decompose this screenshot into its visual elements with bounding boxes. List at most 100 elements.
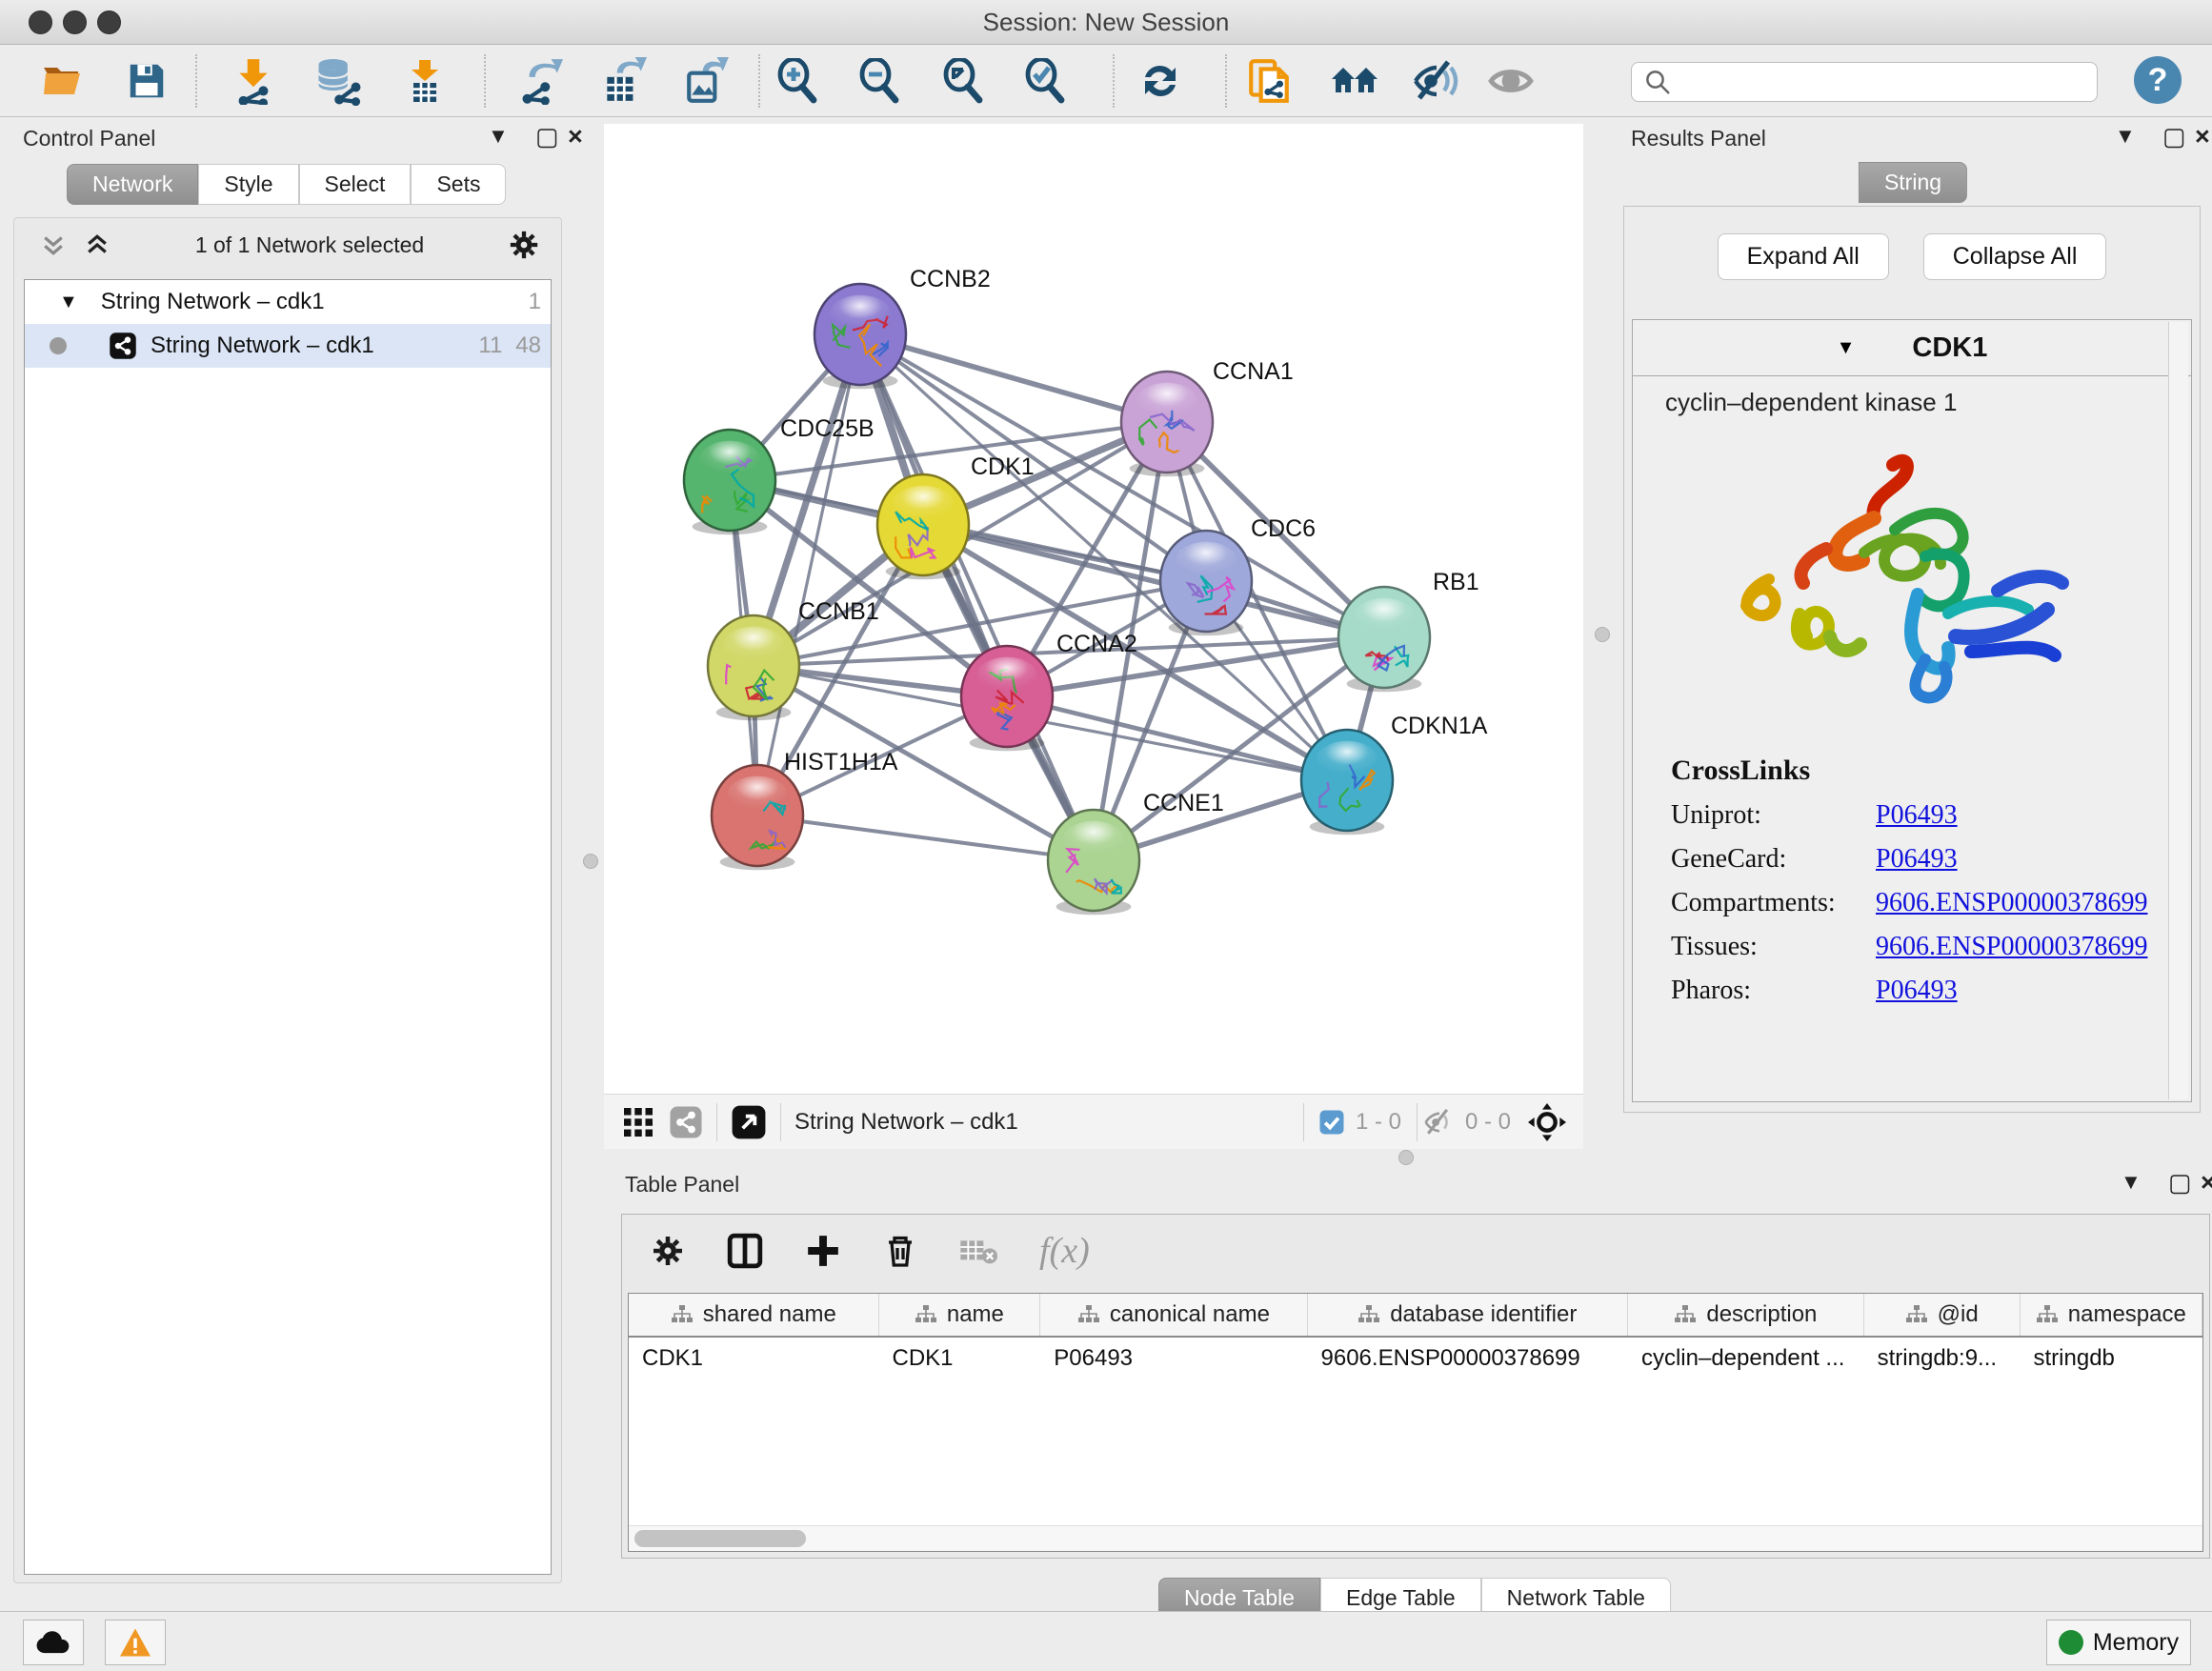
table-cell[interactable]: stringdb:9... xyxy=(1864,1338,2021,1381)
network-options-gear-icon[interactable] xyxy=(508,229,540,261)
fit-selected-crosshair-icon[interactable] xyxy=(1528,1103,1566,1141)
search-input[interactable] xyxy=(1679,68,2097,96)
expand-all-networks-icon[interactable] xyxy=(39,231,68,259)
collapse-triangle-icon[interactable]: ▼ xyxy=(59,292,78,313)
column-header-name[interactable]: name xyxy=(879,1294,1041,1336)
panel-float-icon[interactable]: ▢ xyxy=(2162,122,2186,151)
column-header-namespace[interactable]: namespace xyxy=(2021,1294,2202,1336)
gene-collapse-triangle-icon[interactable]: ▼ xyxy=(1837,337,1856,359)
crosslink-link[interactable]: 9606.ENSP00000378699 xyxy=(1876,932,2147,962)
table-cell[interactable]: 9606.ENSP00000378699 xyxy=(1308,1338,1628,1381)
memory-label: Memory xyxy=(2093,1629,2179,1657)
export-image-icon[interactable] xyxy=(682,56,732,106)
automation-cloud-button[interactable] xyxy=(23,1620,84,1665)
tab-style[interactable]: Style xyxy=(198,164,298,205)
crosslink-link[interactable]: P06493 xyxy=(1876,976,1958,1006)
copy-network-icon[interactable] xyxy=(1244,56,1294,106)
eye-slash-icon[interactable] xyxy=(1412,56,1461,106)
import-table-icon[interactable] xyxy=(400,56,450,106)
network-view-share-icon[interactable] xyxy=(669,1105,703,1139)
panel-close-icon[interactable]: × xyxy=(568,122,583,151)
import-network-file-icon[interactable] xyxy=(229,56,278,106)
zoom-fit-icon[interactable] xyxy=(939,56,989,106)
memory-button[interactable]: Memory xyxy=(2046,1620,2191,1665)
delete-column-icon[interactable] xyxy=(883,1234,917,1268)
column-header-id[interactable]: @id xyxy=(1864,1294,2021,1336)
hidden-eye-slash-icon[interactable] xyxy=(1423,1106,1456,1138)
collection-name: String Network – cdk1 xyxy=(101,289,325,315)
network-edge[interactable] xyxy=(860,334,1094,860)
crosslink-link[interactable]: P06493 xyxy=(1876,800,1958,831)
column-header-sharedname[interactable]: shared name xyxy=(629,1294,879,1336)
tab-sets[interactable]: Sets xyxy=(411,164,506,205)
node-table: shared namenamecanonical namedatabase id… xyxy=(628,1293,2203,1552)
export-network-icon[interactable] xyxy=(514,56,564,106)
function-builder-button[interactable]: f(x) xyxy=(1039,1230,1090,1272)
expand-all-button[interactable]: Expand All xyxy=(1718,233,1889,280)
table-cell[interactable]: CDK1 xyxy=(629,1338,878,1381)
crosslink-link[interactable]: 9606.ENSP00000378699 xyxy=(1876,888,2147,918)
panel-float-icon[interactable]: ▢ xyxy=(2168,1168,2192,1198)
zoom-selected-icon[interactable] xyxy=(1021,56,1071,106)
selected-nodes-checkbox[interactable] xyxy=(1317,1108,1346,1137)
right-splitter-handle[interactable] xyxy=(1595,627,1610,642)
tab-network[interactable]: Network xyxy=(67,164,198,205)
collapse-all-button[interactable]: Collapse All xyxy=(1923,233,2107,280)
collapse-all-networks-icon[interactable] xyxy=(83,231,111,259)
network-node-CDK1[interactable]: CDK1 xyxy=(877,453,1035,579)
network-edge[interactable] xyxy=(757,815,1094,860)
current-network-dot-icon xyxy=(50,337,67,354)
network-row[interactable]: String Network – cdk1 11 48 xyxy=(25,324,551,368)
panel-close-icon[interactable]: × xyxy=(2201,1168,2212,1198)
apply-layout-icon[interactable] xyxy=(1136,56,1185,106)
network-node-CCNB1[interactable]: CCNB1 xyxy=(708,598,879,720)
open-session-icon[interactable] xyxy=(38,56,88,106)
tab-string[interactable]: String xyxy=(1859,162,1967,203)
zoom-in-icon[interactable] xyxy=(774,56,823,106)
scrollbar-thumb[interactable] xyxy=(634,1530,806,1547)
import-network-database-icon[interactable] xyxy=(312,56,362,106)
network-collection-row[interactable]: ▼ String Network – cdk1 1 xyxy=(25,280,551,324)
show-columns-icon[interactable] xyxy=(727,1233,763,1269)
table-options-gear-icon[interactable] xyxy=(651,1234,685,1268)
string-network-graph[interactable]: CCNB2CCNA1CDC25BCDK1CDC6RB1CCNB1CCNA2CDK… xyxy=(604,124,1583,1094)
column-header-description[interactable]: description xyxy=(1628,1294,1864,1336)
column-header-canonicalname[interactable]: canonical name xyxy=(1040,1294,1307,1336)
help-button[interactable]: ? xyxy=(2134,56,2182,104)
collection-count: 1 xyxy=(529,289,541,315)
crosslink-link[interactable]: P06493 xyxy=(1876,844,1958,875)
table-cell[interactable]: CDK1 xyxy=(878,1338,1040,1381)
network-node-CCNB2[interactable]: CCNB2 xyxy=(814,266,991,389)
panel-menu-icon[interactable]: ▼ xyxy=(488,124,509,149)
grid-view-icon[interactable] xyxy=(621,1105,655,1139)
left-splitter-handle[interactable] xyxy=(583,854,598,869)
network-node-CDKN1A[interactable]: CDKN1A xyxy=(1301,713,1488,835)
crosslink-row: Compartments: 9606.ENSP00000378699 xyxy=(1671,888,2191,918)
bottom-splitter-handle[interactable] xyxy=(1398,1150,1414,1165)
panel-menu-icon[interactable]: ▼ xyxy=(2121,1170,2142,1195)
table-cell[interactable]: P06493 xyxy=(1040,1338,1307,1381)
birds-eye-view-icon[interactable] xyxy=(731,1104,767,1140)
network-node-HIST1H1A[interactable]: HIST1H1A xyxy=(712,749,898,870)
table-cell[interactable]: stringdb xyxy=(2021,1338,2202,1381)
panel-float-icon[interactable]: ▢ xyxy=(535,122,559,151)
table-row[interactable]: CDK1CDK1P064939606.ENSP00000378699cyclin… xyxy=(629,1338,2202,1381)
tab-select[interactable]: Select xyxy=(299,164,412,205)
export-table-icon[interactable] xyxy=(598,56,648,106)
network-edge[interactable] xyxy=(757,334,860,815)
panel-close-icon[interactable]: × xyxy=(2195,122,2210,151)
gene-card-scrollbar[interactable] xyxy=(2168,322,2188,1099)
create-column-icon[interactable] xyxy=(805,1233,841,1269)
table-cell[interactable]: cyclin–dependent ... xyxy=(1628,1338,1864,1381)
network-node-RB1[interactable]: RB1 xyxy=(1338,569,1479,692)
homes-icon[interactable] xyxy=(1330,56,1379,106)
search-box[interactable] xyxy=(1631,62,2098,102)
table-horizontal-scrollbar[interactable] xyxy=(629,1525,2202,1551)
network-canvas[interactable]: CCNB2CCNA1CDC25BCDK1CDC6RB1CCNB1CCNA2CDK… xyxy=(604,124,1583,1094)
column-header-databaseidentifier[interactable]: database identifier xyxy=(1308,1294,1629,1336)
panel-menu-icon[interactable]: ▼ xyxy=(2115,124,2136,149)
warnings-button[interactable] xyxy=(105,1620,166,1665)
zoom-out-icon[interactable] xyxy=(855,56,905,106)
network-node-CCNE1[interactable]: CCNE1 xyxy=(1048,790,1224,915)
save-session-icon[interactable] xyxy=(122,56,171,106)
